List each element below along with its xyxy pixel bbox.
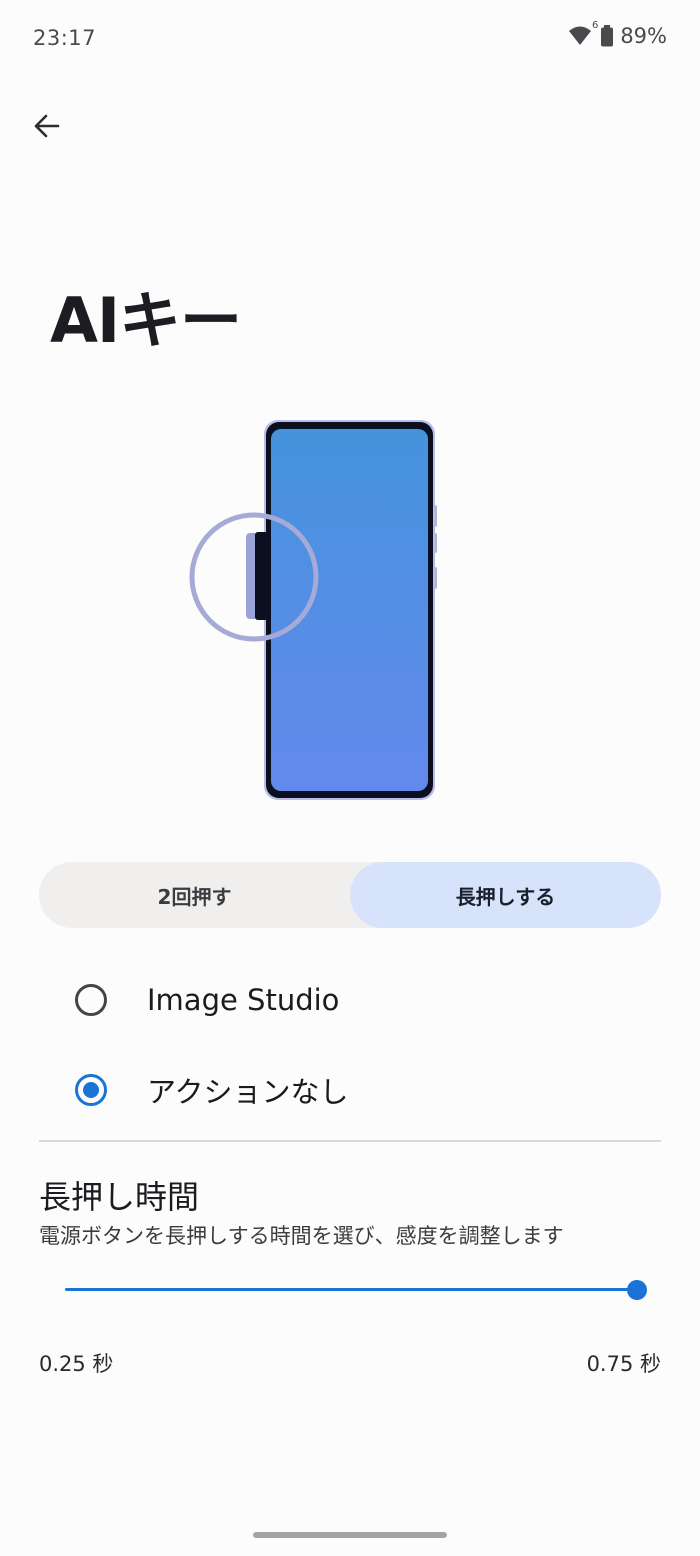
option-label: アクションなし <box>147 1075 349 1109</box>
option-label: Image Studio <box>147 983 340 1017</box>
status-time: 23:17 <box>33 26 97 50</box>
page-title: AIキー <box>50 284 242 357</box>
divider <box>39 1140 661 1142</box>
wifi-badge: 6 <box>591 20 599 31</box>
slider-track <box>65 1288 634 1291</box>
slider-min-label: 0.25 秒 <box>39 1352 114 1376</box>
back-button[interactable] <box>22 104 70 148</box>
option-no-action[interactable]: アクションなし <box>70 1058 660 1122</box>
status-icons: 6 89% <box>568 20 667 48</box>
home-indicator[interactable] <box>253 1532 447 1538</box>
press-type-tabs: 2回押す 長押しする <box>39 862 661 928</box>
slider-max-label: 0.75 秒 <box>586 1352 661 1376</box>
battery-percent: 89% <box>620 24 667 48</box>
tab-double-press[interactable]: 2回押す <box>39 862 350 928</box>
radio-checked-icon[interactable] <box>75 1074 107 1106</box>
tab-long-press[interactable]: 長押しする <box>350 862 661 928</box>
radio-unchecked-icon[interactable] <box>75 984 107 1016</box>
option-image-studio[interactable]: Image Studio <box>70 968 660 1032</box>
arrow-back-icon <box>34 114 60 138</box>
slider-thumb[interactable] <box>627 1280 647 1300</box>
phone-illustration <box>180 410 450 810</box>
status-bar: 23:17 6 89% <box>0 0 700 80</box>
press-duration-slider[interactable] <box>56 1272 648 1308</box>
section-description: 電源ボタンを長押しする時間を選び、感度を調整します <box>39 1224 564 1248</box>
wifi-icon: 6 <box>568 20 598 47</box>
section-title: 長押し時間 <box>39 1178 200 1216</box>
battery-icon <box>600 25 614 47</box>
